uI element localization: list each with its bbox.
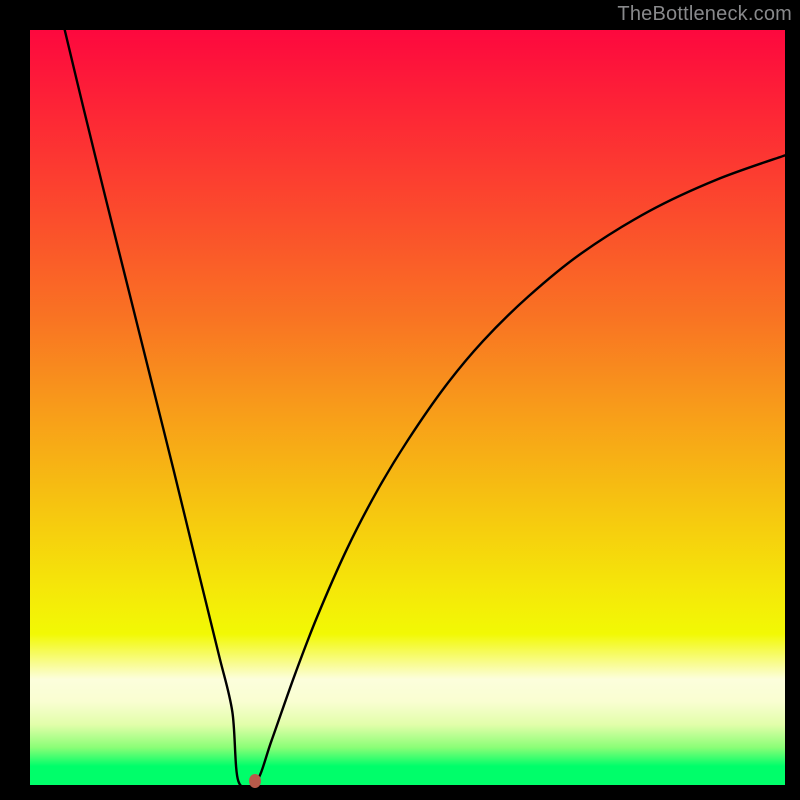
curve-line: [30, 30, 785, 785]
chart-plot-area: [30, 30, 785, 785]
data-point-marker: [249, 774, 261, 788]
chart-stage: TheBottleneck.com: [0, 0, 800, 800]
watermark-text: TheBottleneck.com: [617, 3, 792, 26]
